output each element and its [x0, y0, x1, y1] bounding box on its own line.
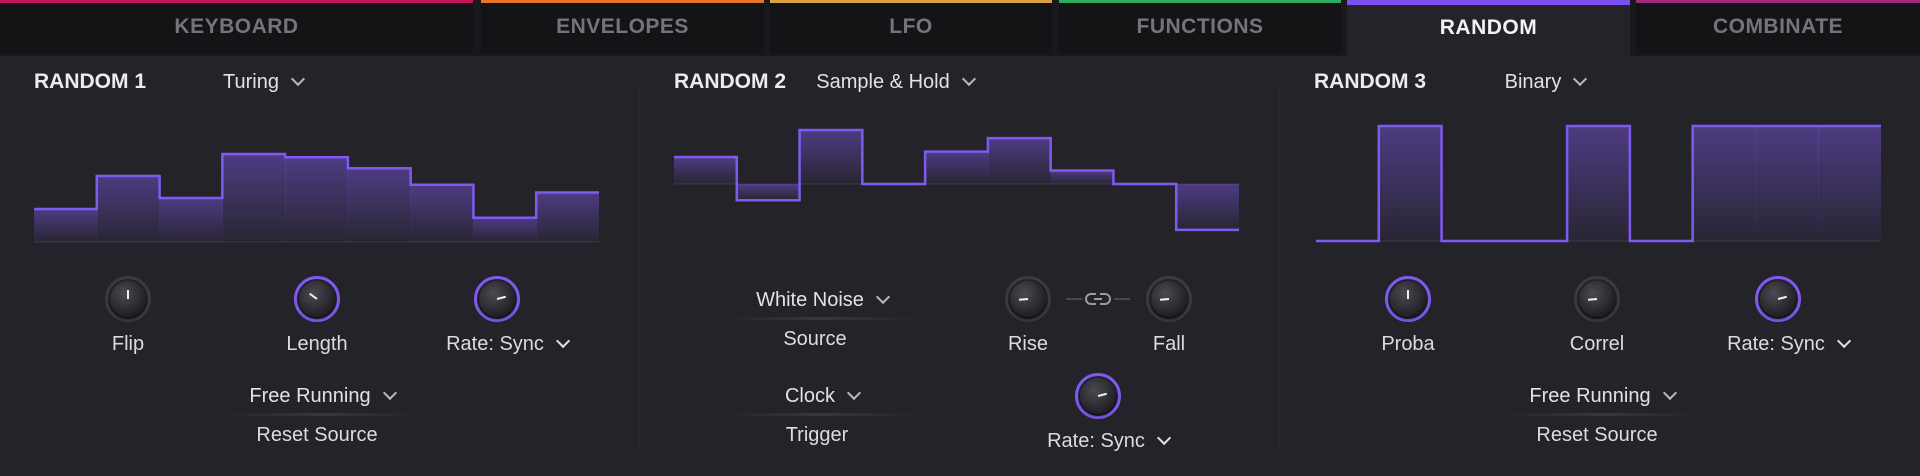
tab-lfo[interactable]: LFO [770, 0, 1052, 54]
random2-source-label: Source [783, 328, 847, 350]
chevron-down-icon [1156, 430, 1171, 446]
random2-step-6 [987, 138, 1052, 184]
chevron-down-icon [1573, 71, 1588, 87]
knob-cap [299, 281, 335, 317]
random3-rate-dropdown[interactable]: Rate: Sync [1727, 333, 1851, 356]
knob-indicator [127, 290, 129, 299]
knob-indicator [1407, 290, 1409, 299]
random1-step-2 [96, 176, 161, 242]
random3-reset-source-dropdown[interactable]: Free Running [1492, 380, 1712, 416]
tab-label: COMBINATE [1712, 15, 1844, 38]
chevron-down-icon [290, 71, 306, 87]
random2-step-5 [925, 151, 989, 184]
link-icon[interactable] [1066, 290, 1130, 308]
random1-step-4 [222, 154, 286, 242]
random1-flip-knob[interactable] [105, 276, 151, 322]
random2-source-value: White Noise [756, 288, 864, 311]
random1-length-label: Length [286, 333, 348, 355]
random2-step-3 [799, 130, 863, 184]
tab-label: LFO [889, 15, 933, 38]
panel-divider [1278, 88, 1279, 448]
random1-step-3 [159, 198, 223, 242]
chevron-down-icon [1836, 333, 1851, 349]
random3-mode-value: Binary [1504, 70, 1562, 93]
random2-step-1 [674, 157, 738, 184]
random3-reset-source-value: Free Running [1529, 384, 1651, 407]
random3-step-5 [1567, 126, 1631, 241]
random1-step-5 [285, 157, 349, 242]
random3-proba-knob[interactable] [1385, 276, 1431, 322]
random3-rate-knob[interactable] [1755, 276, 1801, 322]
random2-rate-label: Rate: Sync [1047, 430, 1145, 452]
random3-reset-source-label: Reset Source [1536, 424, 1658, 446]
knob-cap [110, 281, 146, 317]
panel-divider [638, 88, 639, 448]
random3-step-8 [1755, 126, 1819, 241]
tab-label: RANDOM [1439, 16, 1538, 39]
random1-graph [34, 152, 599, 243]
chevron-down-icon [846, 385, 862, 401]
random2-mode-value: Sample & Hold [816, 70, 950, 93]
chevron-down-icon [875, 289, 890, 305]
random2-trigger-dropdown[interactable]: Clock [712, 380, 932, 416]
random1-mode-dropdown[interactable]: Turing [178, 66, 348, 98]
random3-title: RANDOM 3 [1314, 70, 1427, 93]
random1-flip-label: Flip [111, 333, 145, 355]
random2-rise-knob[interactable] [1005, 276, 1051, 322]
chevron-down-icon [382, 385, 397, 401]
random3-rate-label: Rate: Sync [1727, 333, 1825, 355]
random1-reset-source-label: Reset Source [256, 424, 378, 446]
random1-rate-knob[interactable] [474, 276, 520, 322]
random2-graph [674, 128, 1239, 232]
tab-combinate[interactable]: COMBINATE [1636, 0, 1920, 54]
random2-fall-label: Fall [1152, 333, 1186, 355]
random3-step-9 [1818, 126, 1881, 241]
random2-title: RANDOM 2 [674, 70, 787, 93]
random2-mode-dropdown[interactable]: Sample & Hold [810, 66, 980, 98]
random2-rate-dropdown[interactable]: Rate: Sync [1047, 430, 1171, 453]
random2-trigger-value: Clock [784, 384, 835, 407]
random1-reset-source-dropdown[interactable]: Free Running [212, 380, 432, 416]
chevron-down-icon [961, 71, 976, 87]
random1-step-8 [473, 217, 537, 242]
tab-envelopes[interactable]: ENVELOPES [481, 0, 764, 54]
random3-correl-label: Correl [1569, 333, 1625, 355]
random1-rate-dropdown[interactable]: Rate: Sync [446, 333, 570, 356]
random3-mode-dropdown[interactable]: Binary [1460, 66, 1630, 98]
random1-length-knob[interactable] [294, 276, 340, 322]
random3-step-7 [1692, 126, 1756, 241]
tab-functions[interactable]: FUNCTIONS [1059, 0, 1341, 54]
random3-graph [1316, 124, 1881, 243]
random2-rise-label: Rise [1007, 333, 1049, 355]
random3-step-2 [1378, 126, 1443, 241]
random1-step-9 [536, 192, 599, 242]
random2-fall-knob[interactable] [1146, 276, 1192, 322]
chevron-down-icon [555, 333, 570, 349]
random2-source-dropdown[interactable]: White Noise [712, 284, 932, 320]
tab-label: FUNCTIONS [1136, 15, 1264, 38]
tab-bar: KEYBOARD ENVELOPES LFO FUNCTIONS RANDOM … [0, 0, 1920, 56]
random1-step-1 [34, 209, 98, 242]
random2-step-9 [1176, 184, 1239, 230]
tab-keyboard[interactable]: KEYBOARD [0, 0, 473, 54]
random3-correl-knob[interactable] [1574, 276, 1620, 322]
random1-reset-source-value: Free Running [249, 384, 371, 407]
random1-mode-value: Turing [223, 70, 279, 93]
tab-label: KEYBOARD [174, 15, 299, 38]
random2-step-7 [1050, 170, 1114, 184]
random2-step-2 [736, 184, 801, 201]
random1-title: RANDOM 1 [34, 70, 147, 93]
random1-rate-label: Rate: Sync [446, 333, 544, 355]
random1-step-7 [410, 184, 474, 242]
random1-step-6 [347, 168, 412, 242]
chevron-down-icon [1662, 385, 1677, 401]
random2-trigger-label: Trigger [785, 424, 849, 446]
knob-cap [1390, 281, 1426, 317]
tab-random[interactable]: RANDOM [1347, 0, 1630, 56]
random2-rate-knob[interactable] [1075, 373, 1121, 419]
random3-proba-label: Proba [1381, 333, 1435, 355]
tab-label: ENVELOPES [556, 15, 689, 38]
